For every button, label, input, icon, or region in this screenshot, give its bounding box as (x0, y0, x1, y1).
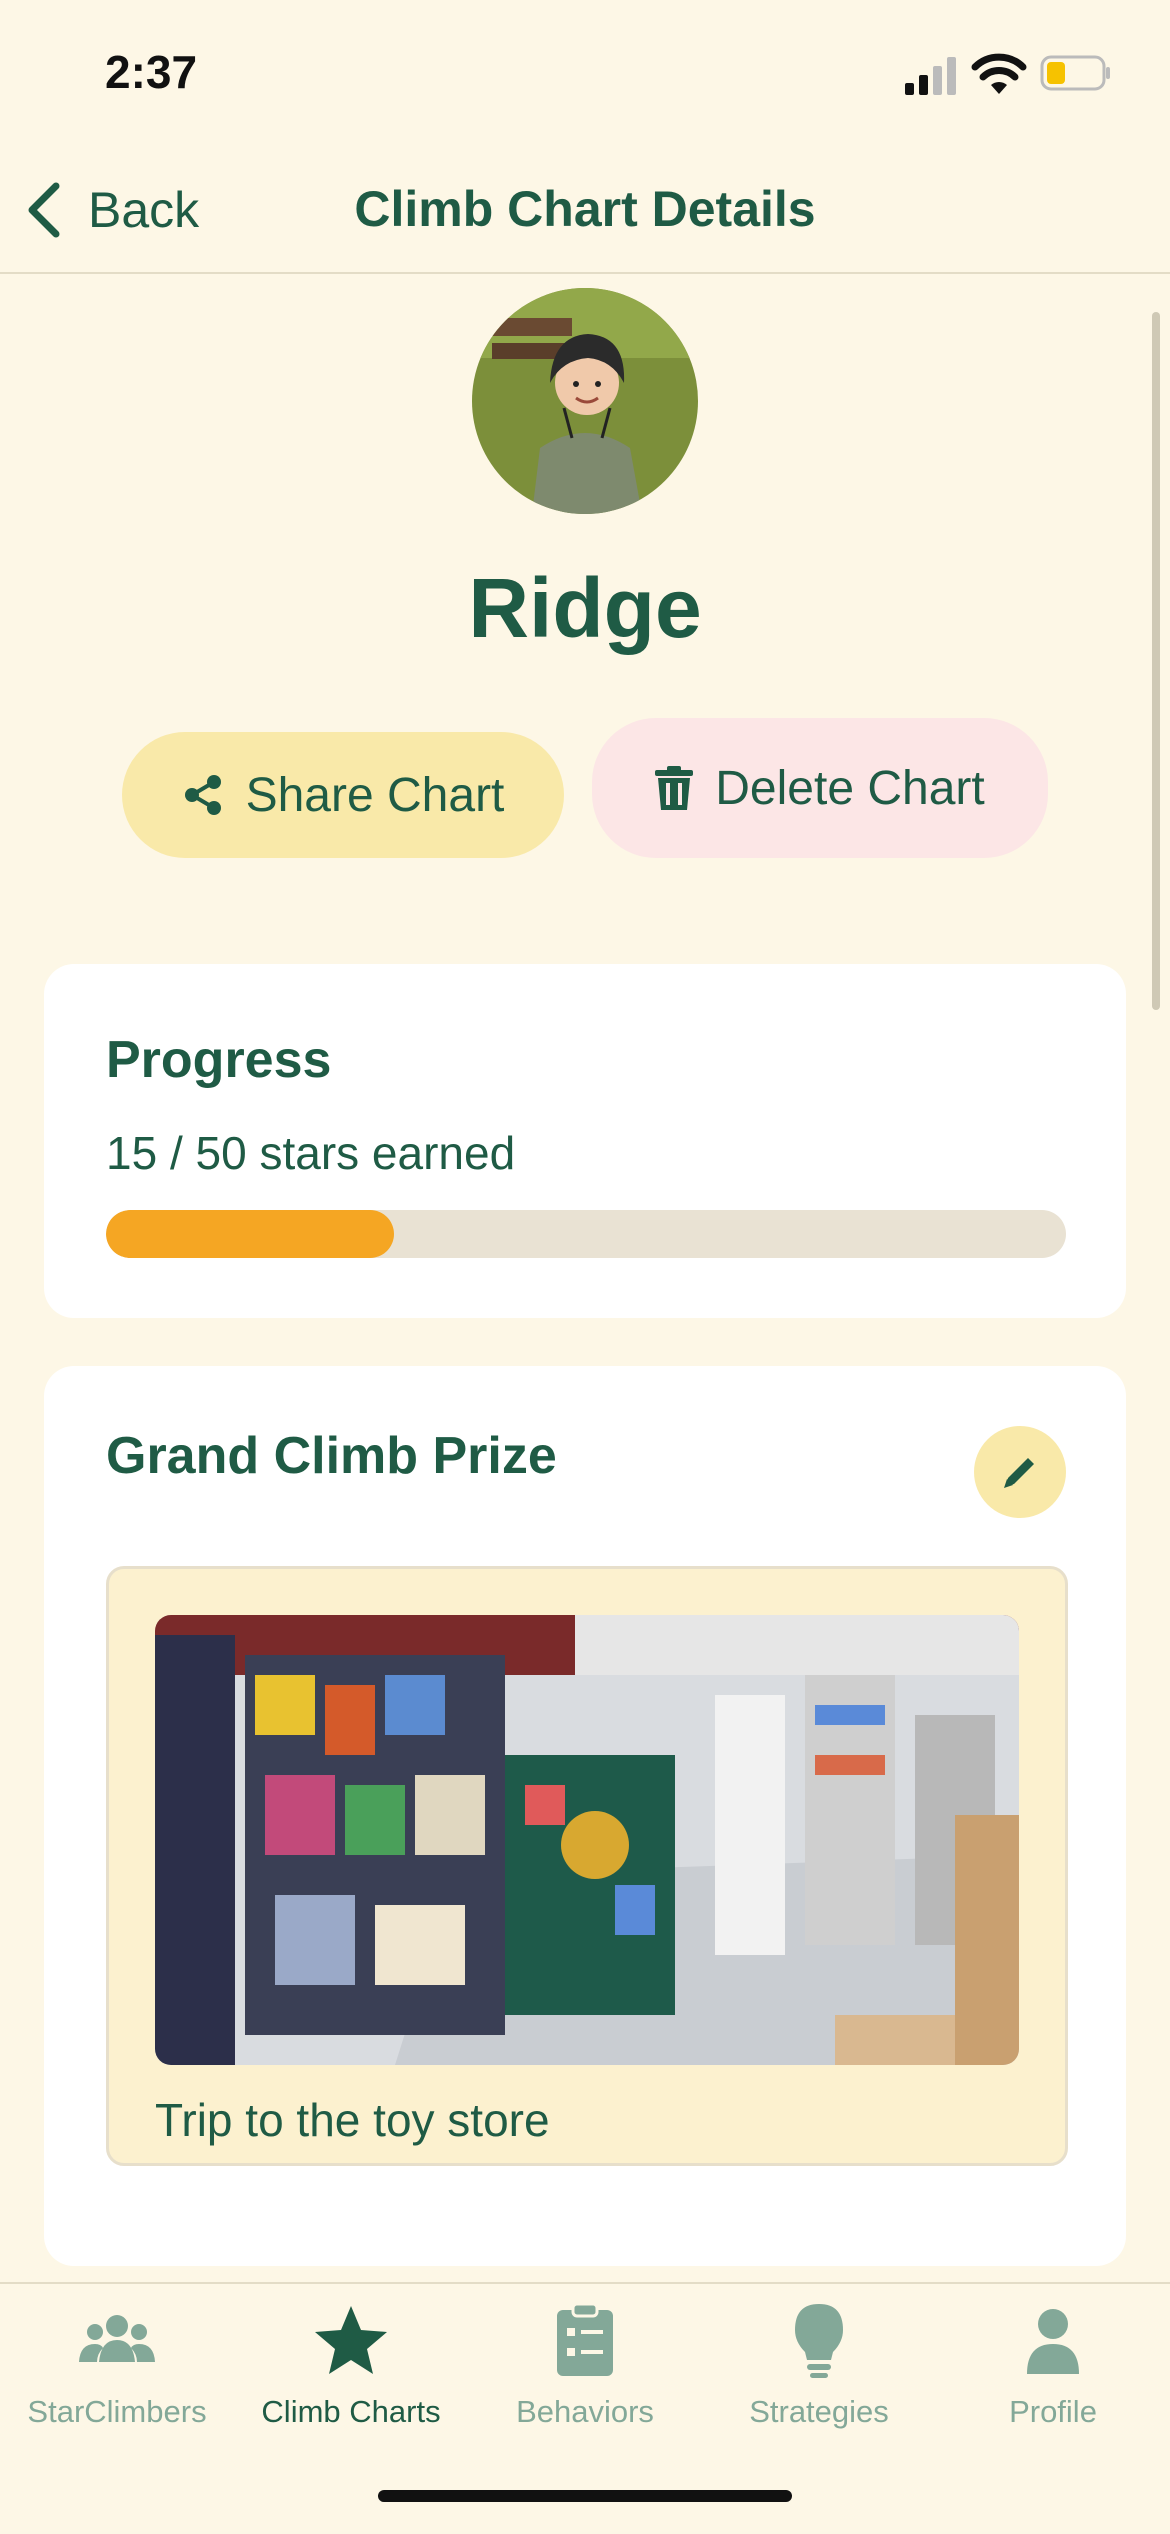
progress-card: Progress 15 / 50 stars earned (44, 964, 1126, 1318)
tab-label: Strategies (749, 2394, 889, 2429)
wifi-icon (971, 53, 1027, 94)
share-icon (184, 775, 221, 815)
progress-title: Progress (106, 1031, 332, 1089)
tab-profile[interactable]: Profile (936, 2300, 1170, 2430)
toy-store-photo (155, 1615, 1019, 2065)
pencil-icon (1004, 1458, 1034, 1488)
delete-chart-label: Delete Chart (715, 761, 985, 815)
navigation-bar: Climb Chart Details Back (0, 150, 1170, 274)
back-button[interactable]: Back (22, 178, 199, 242)
chevron-left-icon (28, 182, 60, 238)
star-icon (315, 2306, 387, 2374)
status-time: 2:37 (105, 46, 198, 98)
avatar (472, 288, 698, 514)
tab-label: Profile (1009, 2394, 1097, 2429)
person-icon (1027, 2309, 1079, 2374)
tab-behaviors[interactable]: Behaviors (468, 2300, 702, 2430)
child-photo (472, 288, 698, 514)
progress-summary: 15 / 50 stars earned (106, 1127, 516, 1179)
tab-label: Behaviors (516, 2394, 654, 2429)
tab-label: StarClimbers (27, 2394, 207, 2429)
back-label: Back (88, 182, 200, 238)
tab-label: Climb Charts (261, 2394, 441, 2429)
clipboard-list-icon (557, 2302, 613, 2376)
progress-bar (106, 1210, 1066, 1258)
tab-strategies[interactable]: Strategies (702, 2300, 936, 2430)
prize-box: Trip to the toy store (106, 1566, 1068, 2166)
scrollbar[interactable] (1152, 312, 1160, 1010)
status-bar: 2:37 (0, 0, 1170, 150)
battery-icon (1040, 55, 1110, 91)
prize-title: Grand Climb Prize (106, 1427, 557, 1485)
tab-climb-charts[interactable]: Climb Charts (234, 2300, 468, 2430)
share-chart-label: Share Chart (245, 768, 505, 822)
share-chart-button[interactable]: Share Chart (122, 732, 564, 858)
edit-prize-button[interactable] (974, 1426, 1066, 1518)
trash-icon (655, 766, 694, 810)
prize-card: Grand Climb Prize Trip to the toy store (44, 1366, 1126, 2266)
tab-starclimbers[interactable]: StarClimbers (0, 2300, 234, 2430)
lightbulb-icon (795, 2304, 843, 2378)
prize-caption: Trip to the toy store (155, 2094, 550, 2146)
child-name: Ridge (468, 561, 702, 655)
prize-photo (155, 1615, 1019, 2065)
home-indicator[interactable] (378, 2490, 792, 2502)
progress-bar-fill (106, 1210, 394, 1258)
users-icon (79, 2315, 155, 2362)
cellular-signal-icon (905, 57, 956, 95)
delete-chart-button[interactable]: Delete Chart (592, 718, 1048, 858)
